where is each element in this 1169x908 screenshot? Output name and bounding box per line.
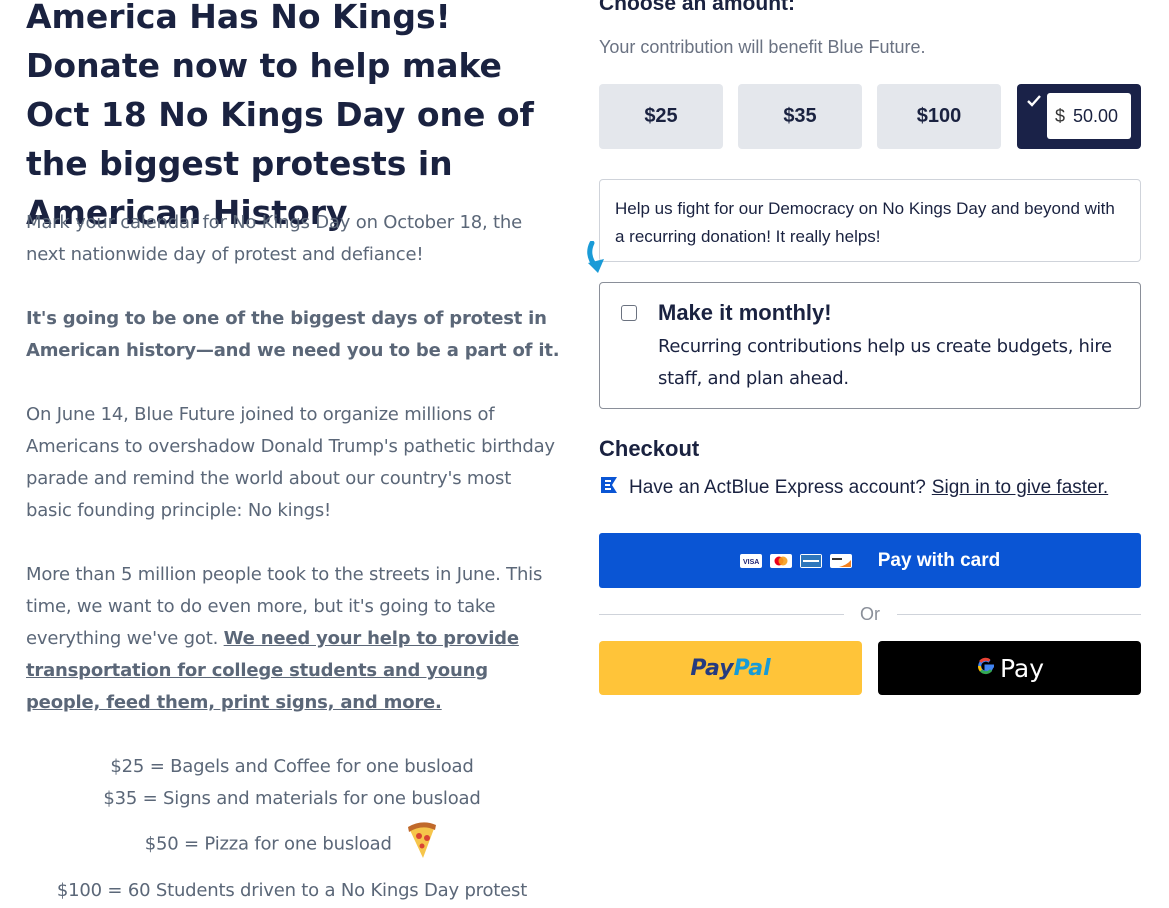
- card-icons: VISA: [739, 553, 852, 568]
- custom-amount-value: 50.00: [1073, 105, 1119, 126]
- tier-35: $35 = Signs and materials for one busloa…: [103, 788, 481, 809]
- intro-paragraph: Mark your calendar for No Kings Day on O…: [26, 212, 522, 265]
- paypal-logo-pal: Pal: [733, 655, 771, 681]
- pay-with-card-button[interactable]: VISA Pay with card: [599, 533, 1141, 588]
- page-title: America Has No Kings! Donate now to help…: [26, 0, 534, 232]
- google-g-icon: [975, 654, 1000, 683]
- tier-50-text: $50 = Pizza for one busload: [144, 833, 392, 855]
- pizza-icon: [405, 822, 439, 867]
- actblue-express-icon: [599, 476, 619, 500]
- tier-25: $25 = Bagels and Coffee for one busload: [110, 756, 474, 777]
- pay-with-card-label: Pay with card: [877, 549, 1001, 571]
- checkmark-icon: [1027, 94, 1041, 112]
- google-pay-label: Pay: [999, 653, 1045, 683]
- amount-25-button[interactable]: $25: [599, 84, 723, 149]
- curved-arrow-icon: [584, 240, 612, 282]
- custom-amount-box[interactable]: $ 50.00: [1017, 84, 1141, 149]
- amount-35-button[interactable]: $35: [738, 84, 862, 149]
- mastercard-icon: [769, 553, 792, 568]
- monthly-description: Recurring contributions help us create b…: [658, 336, 1112, 389]
- svg-text:VISA: VISA: [743, 559, 759, 565]
- benefit-text: Your contribution will benefit Blue Futu…: [599, 37, 926, 57]
- emphasis-paragraph: It's going to be one of the biggest days…: [26, 308, 560, 361]
- amount-100-button[interactable]: $100: [877, 84, 1001, 149]
- checkout-title: Checkout: [599, 436, 700, 461]
- currency-symbol: $: [1055, 105, 1066, 126]
- monthly-checkbox[interactable]: [621, 305, 637, 321]
- or-label: Or: [860, 604, 880, 624]
- choose-amount-title: Choose an amount:: [599, 0, 796, 15]
- express-sign-in-link[interactable]: Sign in to give faster.: [932, 477, 1108, 499]
- express-text: Have an ActBlue Express account?: [629, 477, 926, 498]
- amex-icon: [799, 553, 822, 568]
- actblue-express-row: Have an ActBlue Express account? Sign in…: [599, 476, 1108, 500]
- paypal-logo-pay: Pay: [690, 655, 734, 681]
- history-paragraph: On June 14, Blue Future joined to organi…: [26, 404, 555, 521]
- appeal-paragraph: More than 5 million people took to the s…: [26, 559, 561, 719]
- tier-50: $50 = Pizza for one busload: [26, 822, 558, 867]
- recurring-prompt: Help us fight for our Democracy on No Ki…: [599, 179, 1141, 262]
- monthly-title: Make it monthly!: [658, 300, 832, 325]
- custom-amount-input[interactable]: $ 50.00: [1047, 93, 1131, 139]
- monthly-option[interactable]: Make it monthly! Recurring contributions…: [599, 282, 1141, 409]
- visa-icon: VISA: [739, 553, 762, 568]
- tier-100: $100 = 60 Students driven to a No Kings …: [56, 880, 528, 901]
- paypal-button[interactable]: Pay Pal: [599, 641, 862, 695]
- or-divider: Or: [599, 602, 1141, 626]
- google-pay-button[interactable]: Pay: [878, 641, 1141, 695]
- discover-icon: [829, 553, 852, 568]
